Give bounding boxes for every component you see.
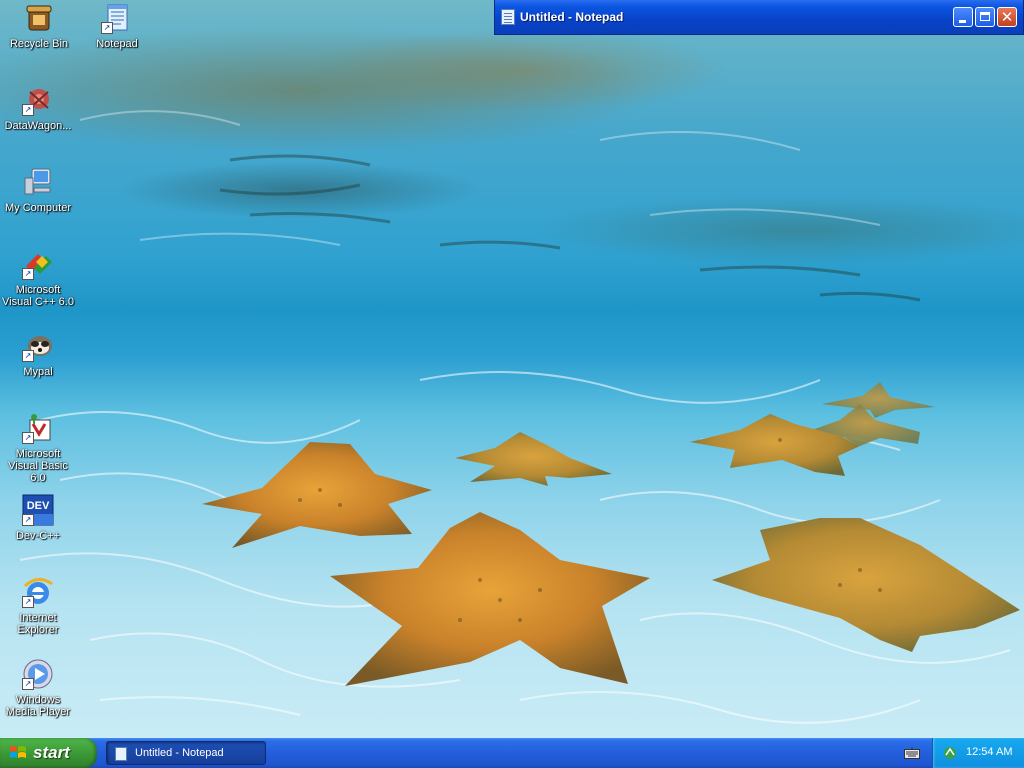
close-button[interactable]: ✕ — [997, 7, 1017, 27]
dev-badge-text: DEV — [27, 500, 50, 512]
desktop-icon-internet-explorer[interactable]: ↗ Internet Explorer — [0, 576, 76, 636]
desktop-icon-label: My Computer — [4, 202, 72, 214]
visual-basic-icon: ↗ — [22, 412, 54, 444]
taskbar: start Untitled - Notepad 12:54 AM — [0, 738, 1024, 768]
notepad-icon — [115, 747, 127, 761]
desktop-icon-label: Microsoft Visual C++ 6.0 — [2, 284, 74, 308]
shortcut-arrow-icon: ↗ — [22, 268, 34, 280]
desktop-icon-label: Mypal — [23, 366, 53, 378]
minimize-icon — [959, 20, 966, 23]
wallpaper-starfish-image — [19, 110, 1020, 724]
dev-cpp-icon: DEV ↗ — [22, 494, 54, 526]
desktop-icon-recycle-bin[interactable]: Recycle Bin — [1, 2, 77, 50]
shortcut-arrow-icon: ↗ — [22, 678, 34, 690]
desktop-icon-notepad[interactable]: ↗ Notepad — [79, 2, 155, 50]
close-icon: ✕ — [1000, 8, 1014, 26]
desktop-icon-label: Microsoft Visual Basic 6.0 — [8, 448, 68, 484]
notepad-icon: ↗ — [101, 2, 133, 34]
shortcut-arrow-icon: ↗ — [22, 104, 34, 116]
desktop-icon-label: Windows Media Player — [5, 694, 71, 718]
mypal-icon: ↗ — [22, 330, 54, 362]
network-icon[interactable] — [943, 746, 957, 760]
desktop-icon-mypal[interactable]: ↗ Mypal — [0, 330, 76, 378]
start-button[interactable]: start — [0, 738, 97, 768]
maximize-button[interactable] — [975, 7, 995, 27]
desktop-icon-label: Recycle Bin — [9, 38, 69, 50]
shortcut-arrow-icon: ↗ — [22, 432, 34, 444]
shortcut-arrow-icon: ↗ — [101, 22, 113, 34]
datawagon-icon: ↗ — [22, 84, 54, 116]
keyboard-icon[interactable] — [904, 747, 920, 759]
taskbar-button-notepad[interactable]: Untitled - Notepad — [106, 741, 266, 765]
notepad-window-titlebar[interactable]: Untitled - Notepad ✕ — [494, 0, 1024, 35]
desktop-icon-label: Notepad — [96, 38, 138, 50]
windows-flag-icon — [10, 746, 26, 758]
desktop[interactable] — [0, 0, 1024, 738]
system-tray: 12:54 AM — [932, 738, 1024, 768]
shortcut-arrow-icon: ↗ — [22, 350, 34, 362]
windows-media-player-icon: ↗ — [22, 658, 54, 690]
minimize-button[interactable] — [953, 7, 973, 27]
desktop-icon-visual-cpp[interactable]: ↗ Microsoft Visual C++ 6.0 — [0, 248, 76, 308]
maximize-icon — [980, 12, 990, 21]
desktop-icon-dev-cpp[interactable]: DEV ↗ Dev-C++ — [0, 494, 76, 542]
taskbar-button-label: Untitled - Notepad — [135, 747, 224, 759]
my-computer-icon — [22, 166, 54, 198]
shortcut-arrow-icon: ↗ — [22, 514, 34, 526]
desktop-icon-datawagon[interactable]: ↗ DataWagon... — [0, 84, 76, 132]
visual-cpp-icon: ↗ — [22, 248, 54, 280]
desktop-icon-visual-basic[interactable]: ↗ Microsoft Visual Basic 6.0 — [0, 412, 76, 484]
desktop-icon-windows-media-player[interactable]: ↗ Windows Media Player — [0, 658, 76, 718]
shortcut-arrow-icon: ↗ — [22, 596, 34, 608]
recycle-bin-icon — [23, 2, 55, 34]
internet-explorer-icon: ↗ — [22, 576, 54, 608]
start-label: start — [33, 743, 70, 762]
window-title: Untitled - Notepad — [520, 10, 624, 24]
desktop-icon-label: Dev-C++ — [15, 530, 61, 542]
desktop-icon-my-computer[interactable]: My Computer — [0, 166, 76, 214]
desktop-icon-label: DataWagon... — [4, 120, 72, 132]
notepad-icon[interactable] — [501, 9, 515, 25]
desktop-icon-label: Internet Explorer — [17, 612, 59, 636]
clock[interactable]: 12:54 AM — [966, 746, 1012, 758]
